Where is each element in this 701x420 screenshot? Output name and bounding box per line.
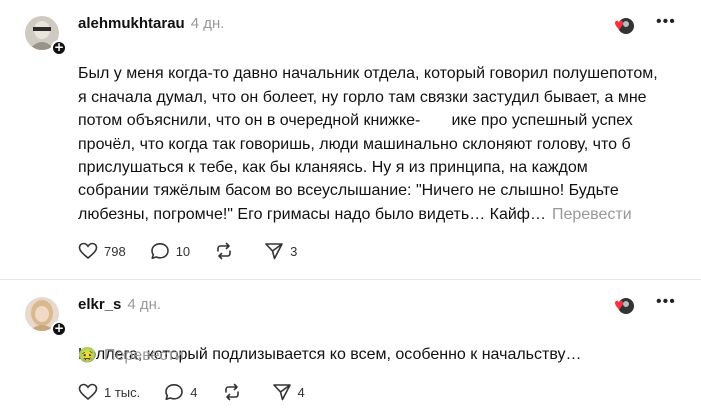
action-bar: 798 10 3 [78,241,321,261]
share-button[interactable]: 4 [272,383,305,401]
more-options-icon[interactable]: ••• [656,294,675,310]
share-button[interactable]: 3 [264,242,297,260]
more-options-icon[interactable]: ••• [656,14,675,30]
translate-link[interactable]: Перевести [104,347,184,364]
post-header: elkr_s 4 дн. [78,295,161,315]
username[interactable]: elkr_s [78,296,121,313]
send-icon [272,384,291,401]
like-button[interactable]: 798 [78,242,126,260]
post-time[interactable]: 4 дн. [191,15,225,32]
like-count: 798 [104,243,126,259]
reaction-avatars[interactable] [612,17,634,35]
reply-button[interactable]: 10 [150,242,190,260]
share-count: 4 [297,384,305,400]
post-time[interactable]: 4 дн. [127,296,161,313]
follow-plus-button[interactable]: + [51,321,67,337]
heart-icon [78,383,98,401]
nauseated-emoji: 🤢 [78,346,97,364]
follow-plus-button[interactable]: + [51,40,67,56]
username[interactable]: alehmukhtarau [78,15,185,32]
comment-icon [165,384,184,401]
heart-icon [78,242,98,260]
comment-icon [150,243,169,260]
translate-row: 🤢 Перевести [78,345,184,365]
repost-button[interactable] [222,383,248,401]
post-header: alehmukhtarau 4 дн. [78,14,224,34]
repost-icon [224,383,239,401]
like-button[interactable]: 1 тыс. [78,383,140,401]
like-count: 1 тыс. [104,384,141,400]
reaction-avatars[interactable] [612,297,634,315]
reply-count: 4 [190,384,198,400]
divider [0,279,701,280]
action-bar: 1 тыс. 4 4 [78,382,329,402]
post-text: Был у меня когда-то давно начальник отде… [78,39,658,226]
share-count: 3 [290,243,298,259]
send-icon [265,243,283,260]
post-text-content: Был у меня когда-то давно начальник отде… [78,65,658,223]
reply-count: 10 [175,243,191,259]
repost-button[interactable] [214,242,240,260]
reply-button[interactable]: 4 [164,383,198,401]
repost-icon [217,242,231,260]
translate-link[interactable]: Перевести [552,206,632,223]
